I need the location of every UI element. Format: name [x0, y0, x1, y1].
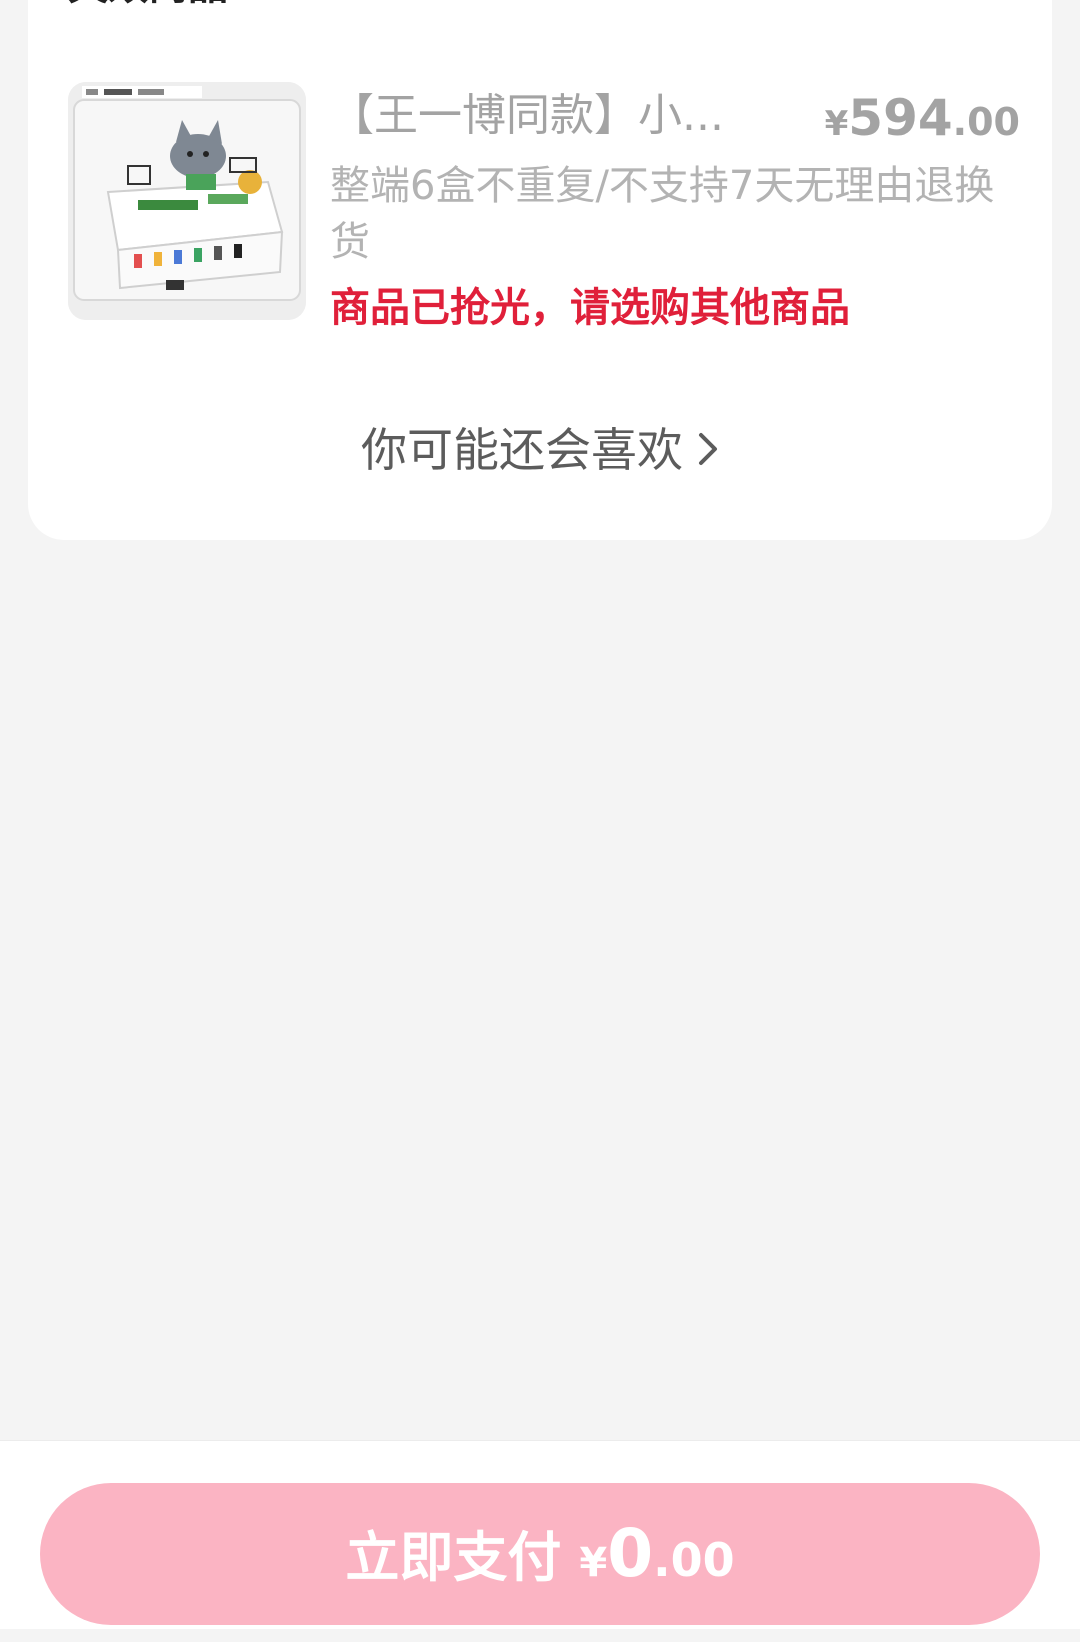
price-decimal: .00 [952, 100, 1020, 144]
product-spec: 整端6盒不重复/不支持7天无理由退换货 [330, 163, 995, 265]
section-title: 失效商品 [68, 0, 228, 12]
checkout-bar: 立即支付 ¥0.00 [0, 1440, 1080, 1629]
pay-button-label: 立即支付 [345, 1526, 562, 1589]
invalid-items-card: 失效商品 [28, 0, 1052, 540]
price-integer: 594 [848, 89, 953, 147]
product-image[interactable] [68, 82, 306, 320]
pay-currency: ¥ [579, 1540, 608, 1586]
product-title-row[interactable]: 【王一博同款】小... ¥594.00 [330, 86, 1020, 147]
maybe-you-like-link[interactable]: 你可能还会喜欢 [28, 420, 1052, 481]
chevron-right-icon [697, 421, 719, 481]
price-currency: ¥ [824, 104, 849, 144]
sold-out-notice: 商品已抢光，请选购其他商品 [330, 285, 850, 331]
product-box-image [68, 82, 306, 320]
product-price: ¥594.00 [825, 88, 1020, 160]
pay-amount-decimal: .00 [653, 1533, 735, 1587]
pay-amount-integer: 0 [607, 1515, 654, 1592]
maybe-you-like-label: 你可能还会喜欢 [361, 423, 683, 477]
product-name: 【王一博同款】小... [330, 90, 724, 141]
pay-now-button[interactable]: 立即支付 ¥0.00 [40, 1483, 1040, 1625]
